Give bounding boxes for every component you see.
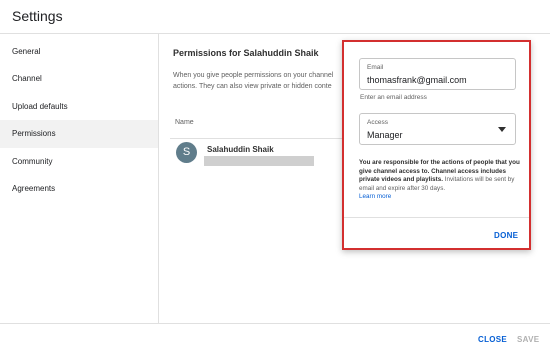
- email-field[interactable]: Email thomasfrank@gmail.com: [359, 58, 516, 90]
- access-select-label: Access: [367, 119, 388, 126]
- sidebar-item-channel[interactable]: Channel: [0, 65, 158, 93]
- name-column-header: Name: [175, 119, 194, 126]
- sidebar-item-permissions[interactable]: Permissions: [0, 120, 158, 148]
- avatar: S: [176, 142, 197, 163]
- email-field-value[interactable]: thomasfrank@gmail.com: [367, 75, 467, 85]
- email-helper-text: Enter an email address: [360, 94, 427, 101]
- settings-footer: CLOSE SAVE: [0, 323, 550, 353]
- email-field-label: Email: [367, 64, 384, 71]
- access-select[interactable]: Access Manager: [359, 113, 516, 145]
- redacted-email-bar: [204, 156, 314, 166]
- sidebar-item-agreements[interactable]: Agreements: [0, 175, 158, 203]
- description-line-2: actions. They can also view private or h…: [173, 83, 332, 90]
- access-info-text: You are responsible for the actions of p…: [359, 159, 521, 202]
- table-divider: [170, 138, 345, 139]
- dropdown-arrow-icon[interactable]: [498, 127, 506, 132]
- sidebar-item-upload-defaults[interactable]: Upload defaults: [0, 93, 158, 121]
- description-line-1: When you give people permissions on your…: [173, 72, 334, 79]
- permissions-title: Permissions for Salahuddin Shaik: [173, 48, 319, 58]
- access-select-value[interactable]: Manager: [367, 130, 403, 140]
- sidebar-item-general[interactable]: General: [0, 38, 158, 66]
- learn-more-link[interactable]: Learn more: [359, 193, 521, 202]
- save-button[interactable]: SAVE: [517, 335, 539, 344]
- close-button[interactable]: CLOSE: [478, 335, 507, 344]
- done-button[interactable]: DONE: [494, 231, 518, 240]
- user-name: Salahuddin Shaik: [207, 145, 274, 154]
- permissions-description: When you give people permissions on your…: [173, 70, 353, 92]
- page-title: Settings: [12, 8, 63, 24]
- sidebar-item-community[interactable]: Community: [0, 148, 158, 176]
- settings-header: Settings: [0, 0, 550, 34]
- settings-sidebar: General Channel Upload defaults Permissi…: [0, 34, 159, 324]
- invite-dialog: Email thomasfrank@gmail.com Enter an ema…: [342, 40, 531, 250]
- dialog-divider: [344, 217, 529, 218]
